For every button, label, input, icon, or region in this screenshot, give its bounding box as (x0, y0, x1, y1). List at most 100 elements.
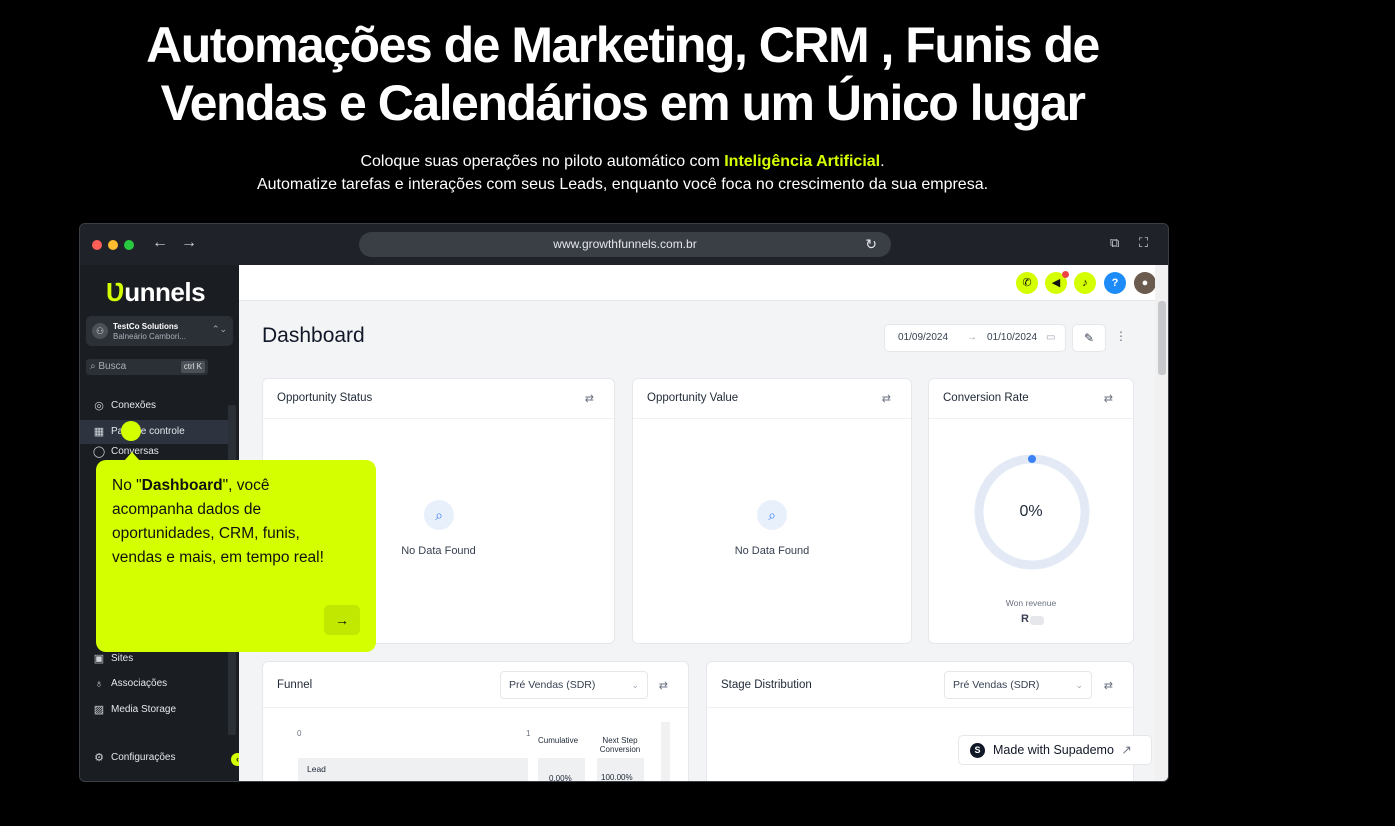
fullscreen-icon[interactable]: ⛶ (1139, 235, 1148, 251)
dashboard-icon: ▦ (93, 426, 105, 438)
cumulative-value: 0.00% (549, 774, 572, 782)
chevron-down-icon: ⌄ (1075, 680, 1083, 690)
next-step-label: Next Step (602, 736, 638, 745)
minimize-window-dot[interactable] (108, 240, 118, 250)
calendar-icon: ▭ (1046, 332, 1056, 343)
hero-subtitle: Coloque suas operações no piloto automát… (0, 150, 1245, 196)
edit-dashboard-button[interactable]: ✎ (1072, 324, 1106, 352)
card-title: Conversion Rate (943, 392, 1029, 404)
page-title: Dashboard (262, 324, 365, 347)
card-header: Funnel Pré Vendas (SDR) ⌄ ⇄ (263, 662, 688, 708)
sidebar-item-label: de controle (135, 426, 185, 437)
filter-icon[interactable]: ⇄ (585, 392, 594, 405)
bell-icon[interactable]: ♪ (1074, 272, 1096, 294)
tooltip-text: No "Dashboard", você acompanha dados de … (112, 474, 347, 570)
pipeline-select[interactable]: Pré Vendas (SDR) ⌄ (500, 671, 648, 699)
pipeline-select-value: Pré Vendas (SDR) (509, 679, 596, 691)
card-header: Conversion Rate ⇄ (929, 379, 1133, 419)
hero-title: Automações de Marketing, CRM , Funis de … (0, 16, 1245, 132)
notification-dot (1062, 271, 1069, 278)
sidebar-item-label: Conexões (111, 400, 157, 411)
conversion-cell-value: 100.00% (601, 773, 633, 782)
hero-title-line2: Vendas e Calendários em um Único lugar (160, 75, 1086, 131)
pipeline-select-value: Pré Vendas (SDR) (953, 679, 1040, 691)
card-header: Opportunity Status ⇄ (263, 379, 614, 419)
sidebar-item-conexoes[interactable]: ◎ Conexões (80, 394, 228, 418)
made-with-supademo-badge[interactable]: S Made with Supademo ↗ (958, 735, 1152, 765)
date-range-picker[interactable]: 01/09/2024 → 01/10/2024 ▭ (884, 324, 1066, 352)
pipeline-select[interactable]: Pré Vendas (SDR) ⌄ (944, 671, 1092, 699)
open-external-icon[interactable]: ⧉ (1110, 235, 1119, 251)
hero-sub-text: Coloque suas operações no piloto automát… (360, 153, 725, 170)
chevron-updown-icon: ⌃⌄ (211, 324, 227, 334)
sidebar-item-label: Associações (111, 678, 168, 689)
arrow-right-icon: → (335, 612, 349, 628)
conversion-label: Conversion (599, 745, 641, 754)
conversion-value: 0% (1019, 503, 1043, 520)
conversion-rate-card: Conversion Rate ⇄ 0% Won revenue R (928, 378, 1134, 644)
close-window-dot[interactable] (92, 240, 102, 250)
filter-icon[interactable]: ⇄ (659, 679, 668, 692)
connections-icon: ◎ (94, 400, 104, 412)
funnels-logo[interactable]: Ʋunnels (106, 277, 206, 308)
help-icon[interactable]: ? (1104, 272, 1126, 294)
gauge-indicator (1028, 455, 1036, 463)
app-main: ✆ ◀ ♪ ? ● Dashboard 01/09/2024 → 01/10/2… (239, 265, 1168, 782)
more-options-icon[interactable]: ⋮ (1115, 329, 1127, 343)
sidebar-item-associacoes[interactable]: ♁ Associações (80, 672, 228, 696)
forward-arrow-icon[interactable]: → (181, 234, 197, 252)
scrollbar-thumb[interactable] (1158, 301, 1166, 375)
maximize-window-dot[interactable] (124, 240, 134, 250)
url-text: www.growthfunnels.com.br (553, 237, 697, 251)
card-header: Stage Distribution Pré Vendas (SDR) ⌄ ⇄ (707, 662, 1133, 708)
user-avatar[interactable]: ● (1134, 272, 1156, 294)
media-icon: ▨ (93, 704, 105, 716)
sidebar-item-media-storage[interactable]: ▨ Media Storage (80, 698, 228, 722)
filter-icon[interactable]: ⇄ (1104, 679, 1113, 692)
search-input[interactable]: ⌕ Busca ctrl K (86, 359, 208, 375)
next-step-button[interactable]: → (324, 605, 360, 635)
chevron-down-icon: ⌄ (631, 680, 639, 690)
logo-mark: Ʋ (106, 277, 125, 307)
search-icon: ⌕ (90, 361, 96, 372)
settings-icon: ⚙ (94, 752, 104, 764)
hero-sub-period: . (880, 153, 885, 170)
account-avatar-icon: ⚇ (92, 323, 108, 339)
funnel-scrollbar[interactable] (661, 722, 670, 781)
search-shortcut: ctrl K (180, 361, 205, 373)
funnel-bar-lead (298, 758, 528, 781)
date-to: 01/10/2024 (987, 332, 1038, 343)
won-revenue-label: Won revenue (1005, 598, 1057, 608)
arrow-right-icon: → (967, 332, 977, 343)
sidebar-item-conversas[interactable]: ◯ Conversas (80, 445, 228, 459)
reload-icon[interactable]: ↻ (865, 232, 877, 257)
hero-sub-line2: Automatize tarefas e interações com seus… (256, 176, 989, 193)
won-revenue-currency: R (1021, 613, 1029, 625)
sidebar-item-configuracoes[interactable]: ⚙ Configurações (80, 746, 228, 770)
account-switcher[interactable]: ⚇ TestCo Solutions Balneário Cambori... … (86, 316, 233, 346)
sidebar-item-painel[interactable]: ▦ Pa de controle (80, 420, 228, 444)
filter-icon[interactable]: ⇄ (1104, 392, 1113, 405)
card-header: Opportunity Value ⇄ (633, 379, 911, 419)
phone-icon[interactable]: ✆ (1016, 272, 1038, 294)
funnel-axis-max: 1 (526, 729, 531, 738)
address-bar[interactable]: www.growthfunnels.com.br ↻ (359, 232, 891, 257)
cumulative-header: Cumulative (538, 736, 579, 745)
search-placeholder: Busca (98, 361, 127, 372)
filter-icon[interactable]: ⇄ (882, 392, 891, 405)
chat-icon: ◯ (92, 446, 106, 458)
account-location: Balneário Cambori... (113, 332, 186, 341)
no-data-label: No Data Found (734, 545, 810, 557)
sidebar-item-label: Sites (111, 653, 134, 664)
next-step-header: Next Step Conversion (597, 736, 643, 754)
sidebar-item-label: Media Storage (111, 704, 177, 715)
funnel-axis-min: 0 (297, 729, 302, 738)
search-icon: ⌕ (424, 500, 454, 530)
app-topbar: ✆ ◀ ♪ ? ● (239, 265, 1156, 301)
card-title: Opportunity Status (277, 392, 373, 404)
main-scrollbar[interactable] (1155, 265, 1168, 781)
search-icon: ⌕ (757, 500, 787, 530)
guide-hotspot[interactable] (121, 421, 141, 441)
back-arrow-icon[interactable]: ← (152, 234, 168, 252)
external-link-icon: ↗ (1121, 743, 1132, 757)
